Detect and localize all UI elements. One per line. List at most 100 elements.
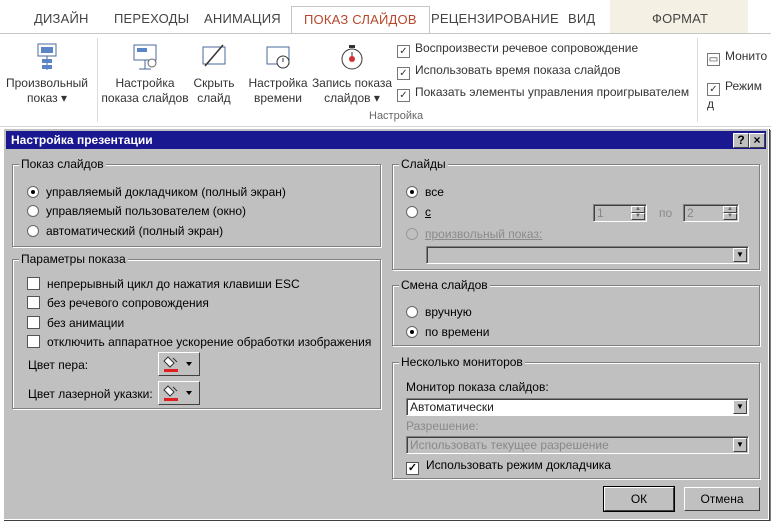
radio-custom-label: произвольный показ: (425, 227, 543, 241)
pen-color-button[interactable] (158, 352, 200, 376)
from-field[interactable]: 1 ▲ ▼ (593, 204, 647, 222)
radio-icon (406, 228, 418, 240)
check-no-hw-accel[interactable]: отключить аппаратное ускорение обработки… (27, 334, 371, 350)
rehearse-label-2: времени (254, 91, 302, 105)
help-button[interactable]: ? (733, 133, 749, 148)
tab-transitions[interactable]: ПЕРЕХОДЫ (114, 11, 189, 26)
setup-show-label-1: Настройка (115, 76, 175, 90)
check-loop[interactable]: непрерывный цикл до нажатия клавиши ESC (27, 276, 300, 292)
radio-individual[interactable]: управляемый пользователем (окно) (27, 203, 246, 219)
ribbon-check-timings-label: Использовать время показа слайдов (415, 63, 621, 77)
monitor-label: Монитор показа слайдов: (406, 380, 549, 394)
checkbox-icon (27, 277, 40, 290)
check-loop-label: непрерывный цикл до нажатия клавиши ESC (47, 277, 300, 291)
pen-color-icon (163, 356, 192, 372)
rehearse-timings-icon (263, 42, 293, 72)
radio-from[interactable]: с (406, 204, 431, 220)
checkbox-icon (27, 296, 40, 309)
radio-kiosk-label: автоматический (полный экран) (46, 224, 224, 238)
monitors-group: Несколько мониторов Монитор показа слайд… (392, 355, 760, 479)
ribbon-check-narrations[interactable]: ✓ Воспроизвести речевое сопровождение (397, 40, 639, 58)
radio-kiosk[interactable]: автоматический (полный экран) (27, 223, 223, 239)
show-options-group: Параметры показа непрерывный цикл до наж… (12, 252, 381, 409)
record-show-icon (337, 42, 367, 72)
ribbon-tabs: ДИЗАЙН ПЕРЕХОДЫ АНИМАЦИЯ ПОКАЗ СЛАЙДОВ Р… (0, 0, 771, 34)
monitors-legend: Несколько мониторов (399, 355, 525, 369)
setup-show-icon (130, 42, 160, 72)
radio-all-slides[interactable]: все (406, 184, 444, 200)
show-options-legend: Параметры показа (19, 252, 128, 266)
ribbon-presenter-view[interactable]: ✓ Режим д (707, 78, 771, 111)
check-no-narration[interactable]: без речевого сопровождения (27, 295, 209, 311)
radio-icon (27, 186, 39, 198)
spin-down-icon[interactable]: ▼ (723, 213, 737, 220)
check-presenter-view[interactable]: ✓ Использовать режим докладчика (406, 457, 611, 475)
dialog-title: Настройка презентации (11, 133, 153, 147)
monitor-select[interactable]: Автоматически ▼ (406, 398, 749, 416)
record-label-1: Запись показа (311, 76, 393, 90)
ribbon-check-media-label: Показать элементы управления проигрывате… (415, 85, 690, 99)
ribbon-separator (697, 38, 698, 122)
radio-manual[interactable]: вручную (406, 304, 472, 320)
record-show-button[interactable]: Запись показа слайдов ▾ (310, 42, 394, 106)
check-no-animation-label: без анимации (47, 316, 125, 330)
rehearse-timings-button[interactable]: Настройка времени (246, 42, 310, 106)
radio-icon (27, 225, 39, 237)
hide-slide-label-1: Скрыть (193, 76, 235, 90)
radio-icon (406, 326, 418, 338)
radio-custom-show[interactable]: произвольный показ: (406, 226, 542, 242)
chevron-down-icon[interactable]: ▼ (733, 438, 747, 452)
close-button[interactable]: × (749, 133, 765, 148)
ribbon-monitor[interactable]: ▭ Монито (707, 48, 768, 66)
custom-show-button[interactable]: Произвольный показ ▾ (4, 42, 90, 106)
hide-slide-icon (199, 42, 229, 72)
ok-button[interactable]: ОК (603, 486, 675, 512)
tab-slide-show[interactable]: ПОКАЗ СЛАЙДОВ (291, 6, 430, 34)
ribbon-check-media-controls[interactable]: ✓ Показать элементы управления проигрыват… (397, 84, 690, 102)
resolution-value: Использовать текущее разрешение (410, 438, 609, 452)
tab-review[interactable]: РЕЦЕНЗИРОВАНИЕ (431, 11, 559, 26)
check-presenter-view-label: Использовать режим докладчика (426, 458, 611, 472)
check-no-hw-accel-label: отключить аппаратное ускорение обработки… (47, 335, 372, 349)
radio-from-label: с (425, 205, 431, 219)
pen-color-label: Цвет пера: (28, 358, 89, 372)
laser-color-button[interactable] (158, 381, 200, 405)
show-type-group: Показ слайдов управляемый докладчиком (п… (12, 157, 381, 247)
ribbon-check-timings[interactable]: ✓ Использовать время показа слайдов (397, 62, 621, 80)
slides-legend: Слайды (399, 157, 448, 171)
chevron-down-icon[interactable]: ▼ (733, 248, 747, 262)
custom-show-select[interactable]: ▼ (426, 246, 749, 264)
setup-show-button[interactable]: Настройка показа слайдов (101, 42, 189, 106)
spin-down-icon[interactable]: ▼ (631, 213, 645, 220)
radio-presenter[interactable]: управляемый докладчиком (полный экран) (27, 184, 286, 200)
to-value: 2 (687, 206, 694, 220)
tab-format[interactable]: ФОРМАТ (610, 0, 749, 34)
radio-all-label: все (425, 185, 444, 199)
tab-view[interactable]: ВИД (568, 11, 595, 26)
tab-animation[interactable]: АНИМАЦИЯ (204, 11, 281, 26)
spin-up-icon[interactable]: ▲ (631, 206, 645, 213)
monitor-value: Автоматически (410, 400, 494, 414)
cancel-button[interactable]: Отмена (684, 487, 760, 511)
slides-group: Слайды все с 1 ▲ ▼ по 2 ▲ ▼ произвольный… (392, 157, 760, 270)
show-type-legend: Показ слайдов (19, 157, 106, 171)
chevron-down-icon[interactable]: ▼ (733, 400, 747, 414)
resolution-label: Разрешение: (406, 419, 479, 433)
to-field[interactable]: 2 ▲ ▼ (683, 204, 739, 222)
tab-design[interactable]: ДИЗАЙН (34, 11, 89, 26)
ribbon-separator (97, 38, 98, 122)
ribbon-monitor-label: Монито (725, 49, 768, 63)
ribbon-check-narrations-label: Воспроизвести речевое сопровождение (415, 41, 639, 55)
rehearse-label-1: Настройка (248, 76, 308, 90)
resolution-select[interactable]: Использовать текущее разрешение ▼ (406, 436, 749, 454)
checkmark-icon: ✓ (397, 67, 410, 80)
spin-up-icon[interactable]: ▲ (723, 206, 737, 213)
radio-presenter-label: управляемый докладчиком (полный экран) (46, 185, 286, 199)
hide-slide-button[interactable]: Скрыть слайд (190, 42, 238, 106)
checkmark-icon: ✓ (707, 83, 720, 96)
checkmark-icon: ✓ (397, 89, 410, 102)
custom-show-label-2: показ ▾ (26, 91, 68, 105)
dialog-title-bar[interactable]: Настройка презентации ? × (6, 131, 766, 149)
check-no-animation[interactable]: без анимации (27, 315, 124, 331)
radio-timings[interactable]: по времени (406, 324, 489, 340)
